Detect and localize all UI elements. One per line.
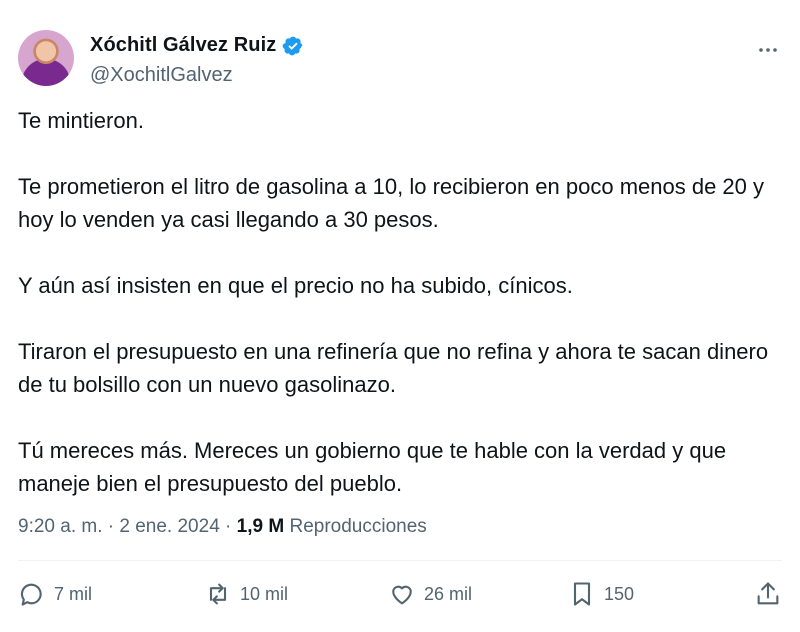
like-button[interactable]: 26 mil bbox=[388, 580, 472, 608]
name-row: Xóchitl Gálvez Ruiz bbox=[90, 34, 304, 57]
reply-count: 7 mil bbox=[54, 583, 93, 604]
views-count: 1,9 M bbox=[236, 516, 285, 537]
divider bbox=[18, 560, 782, 561]
handle[interactable]: @XochitlGalvez bbox=[90, 64, 233, 87]
bookmark-icon bbox=[573, 582, 591, 606]
like-count: 26 mil bbox=[424, 583, 473, 604]
share-icon bbox=[757, 582, 779, 605]
views-label: Reproducciones bbox=[289, 516, 427, 537]
verified-badge-icon bbox=[283, 36, 303, 55]
share-button[interactable] bbox=[754, 580, 782, 608]
tweet-meta: 9:20 a. m. · 2 ene. 2024 · 1,9 M Reprodu… bbox=[18, 516, 427, 538]
reply-icon bbox=[20, 583, 42, 606]
tweet-time[interactable]: 9:20 a. m. bbox=[18, 516, 103, 537]
display-name[interactable]: Xóchitl Gálvez Ruiz bbox=[90, 34, 276, 57]
tweet-date[interactable]: 2 ene. 2024 bbox=[119, 516, 219, 537]
heart-icon bbox=[392, 585, 412, 605]
tweet-text: Te mintieron. Te prometieron el litro de… bbox=[18, 108, 769, 496]
bookmark-button[interactable]: 150 bbox=[568, 580, 634, 608]
repost-button[interactable]: 10 mil bbox=[204, 580, 288, 608]
repost-count: 10 mil bbox=[240, 583, 289, 604]
action-bar: 7 mil 10 mil 26 mil 150 bbox=[18, 580, 782, 620]
tweet-header: Xóchitl Gálvez Ruiz @XochitlGalvez bbox=[18, 30, 782, 90]
meta-separator: · bbox=[225, 516, 232, 537]
more-icon[interactable] bbox=[756, 38, 780, 62]
avatar[interactable] bbox=[18, 30, 74, 86]
bookmark-count: 150 bbox=[604, 583, 635, 604]
meta-separator: · bbox=[107, 516, 115, 537]
reply-button[interactable]: 7 mil bbox=[18, 580, 92, 608]
repost-icon bbox=[209, 583, 227, 605]
